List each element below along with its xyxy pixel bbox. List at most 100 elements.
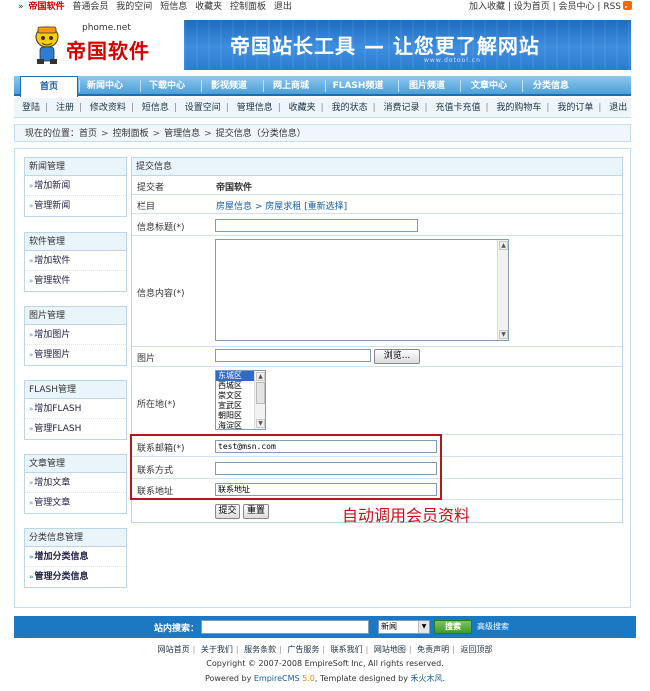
rss-link[interactable]: RSS <box>603 2 621 12</box>
breadcrumb-control-panel[interactable]: 控制面板 <box>113 129 149 139</box>
sidebar-item-manage-news[interactable]: »管理新闻 <box>25 196 126 216</box>
advanced-search-link[interactable]: 高级搜索 <box>477 621 509 632</box>
subnav-manage-info[interactable]: 管理信息 <box>237 103 273 113</box>
subnav-orders[interactable]: 我的订单 <box>557 103 593 113</box>
top-link-my-space[interactable]: 我的空间 <box>116 2 152 12</box>
sidebar-article: 文章管理 »增加文章 »管理文章 <box>24 454 127 514</box>
bullet-icon: » <box>29 425 34 433</box>
nav-article[interactable]: 文章中心 <box>456 76 522 96</box>
scroll-up-icon[interactable]: ▲ <box>499 241 508 250</box>
sidebar-item-add-photo[interactable]: »增加图片 <box>25 325 126 345</box>
sidebar-item-add-news[interactable]: »增加新闻 <box>25 176 126 196</box>
row-divider <box>132 366 622 367</box>
cms-link[interactable]: EmpireCMS <box>254 674 300 683</box>
template-author-link[interactable]: 禾火木风 <box>410 674 442 683</box>
column-path-text[interactable]: 房屋信息 > 房屋求租 <box>216 202 301 212</box>
nav-flash[interactable]: FLASH频道 <box>318 76 398 96</box>
sidebar-item-manage-software[interactable]: »管理软件 <box>25 271 126 291</box>
footer-link-contact[interactable]: 联系我们 <box>331 645 363 654</box>
scroll-thumb[interactable] <box>256 382 265 404</box>
rss-icon[interactable] <box>623 1 632 10</box>
top-link-favorites[interactable]: 收藏夹 <box>195 2 222 12</box>
powered-by: Powered by EmpireCMS 5.0, Template desig… <box>0 673 650 684</box>
subnav-register[interactable]: 注册 <box>56 103 74 113</box>
scroll-down-icon[interactable]: ▼ <box>499 330 508 339</box>
reselect-link[interactable]: [重新选择] <box>304 202 347 212</box>
sidebar-item-manage-article[interactable]: »管理文章 <box>25 493 126 513</box>
nav-classified[interactable]: 分类信息 <box>518 76 584 96</box>
top-link-member[interactable]: 普通会员 <box>72 2 108 12</box>
set-homepage-link[interactable]: 设为首页 <box>514 2 550 12</box>
sidebar-item-add-classified[interactable]: »增加分类信息 <box>25 547 126 567</box>
top-brand-link[interactable]: 帝国软件 <box>29 2 65 12</box>
member-center-link[interactable]: 会员中心 <box>559 2 595 12</box>
subnav-login[interactable]: 登陆 <box>22 103 40 113</box>
chevron-down-icon[interactable]: ▼ <box>418 621 429 633</box>
footer-link-about[interactable]: 关于我们 <box>201 645 233 654</box>
location-listbox[interactable]: 东城区 西城区 崇文区 宣武区 朝阳区 海淀区 ▲ ▼ <box>215 370 266 430</box>
column-path: 房屋信息 > 房屋求租 [重新选择] <box>216 199 347 212</box>
footer-link-sitemap[interactable]: 网站地图 <box>374 645 406 654</box>
sidebar-item-add-flash[interactable]: »增加FLASH <box>25 399 126 419</box>
top-bar-right: 加入收藏 | 设为首页 | 会员中心 | RSS <box>469 0 632 15</box>
sidebar-item-manage-photo[interactable]: »管理图片 <box>25 345 126 365</box>
footer-link-top[interactable]: 返回顶部 <box>460 645 492 654</box>
powered-prefix: Powered by <box>204 674 252 683</box>
nav-shop[interactable]: 网上商城 <box>258 76 324 96</box>
sidebar-item-add-software[interactable]: »增加软件 <box>25 251 126 271</box>
sidebar-header: 分类信息管理 <box>25 529 126 547</box>
annotation-text: 自动调用会员资料 <box>342 506 471 525</box>
listbox-scrollbar[interactable]: ▲ ▼ <box>254 371 265 429</box>
subnav-edit-profile[interactable]: 修改资料 <box>90 103 126 113</box>
submitter-label: 提交者 <box>137 183 165 193</box>
textarea-scrollbar[interactable]: ▲ ▼ <box>497 240 508 340</box>
nav-download[interactable]: 下载中心 <box>134 76 200 96</box>
sidebar-item-manage-flash[interactable]: »管理FLASH <box>25 419 126 439</box>
subnav-recharge[interactable]: 充值卡充值 <box>435 103 480 113</box>
scroll-down-icon[interactable]: ▼ <box>256 419 265 428</box>
subnav-cart[interactable]: 我的购物车 <box>496 103 541 113</box>
site-logo[interactable]: phome.net 帝国软件 <box>32 23 172 71</box>
footer-search-bar: 站内搜索： 新闻 ▼ 搜索 高级搜索 <box>14 616 636 638</box>
info-content-textarea[interactable]: ▲ ▼ <box>215 239 509 341</box>
location-label: 所在地(*) <box>137 400 176 410</box>
reset-button[interactable]: 重置 <box>243 504 269 519</box>
footer-link-disclaimer[interactable]: 免责声明 <box>417 645 449 654</box>
footer-link-home[interactable]: 网站首页 <box>158 645 190 654</box>
subnav-my-status[interactable]: 我的状态 <box>332 103 368 113</box>
footer-link-ads[interactable]: 广告服务 <box>287 645 319 654</box>
header-banner[interactable]: 帝国站长工具 — 让您更了解网站 www.dotool.cn <box>184 20 631 70</box>
nav-photo[interactable]: 图片频道 <box>394 76 460 96</box>
row-divider <box>132 213 622 214</box>
breadcrumb-home[interactable]: 首页 <box>79 129 97 139</box>
sidebar-item-manage-classified[interactable]: »管理分类信息 <box>25 567 126 587</box>
search-category-select[interactable]: 新闻 ▼ <box>378 620 430 634</box>
picture-file-input[interactable] <box>215 349 371 362</box>
nav-news[interactable]: 新闻中心 <box>72 76 138 96</box>
footer-link-terms[interactable]: 服务条款 <box>244 645 276 654</box>
subnav-favorites[interactable]: 收藏夹 <box>289 103 316 113</box>
scroll-up-icon[interactable]: ▲ <box>256 372 265 381</box>
breadcrumb-manage-info[interactable]: 管理信息 <box>164 129 200 139</box>
sidebar-item-add-article[interactable]: »增加文章 <box>25 473 126 493</box>
add-favorite-link[interactable]: 加入收藏 <box>469 2 505 12</box>
top-link-control-panel[interactable]: 控制面板 <box>230 2 266 12</box>
nav-home[interactable]: 首页 <box>20 76 78 97</box>
subnav-messages[interactable]: 短信息 <box>142 103 169 113</box>
column-label: 栏目 <box>137 202 156 212</box>
subnav-spending[interactable]: 消费记录 <box>384 103 420 113</box>
info-title-input[interactable] <box>215 219 418 232</box>
search-input[interactable] <box>201 620 369 634</box>
top-link-messages[interactable]: 短信息 <box>160 2 187 12</box>
subnav-space-settings[interactable]: 设置空间 <box>185 103 221 113</box>
cms-version: 5.0 <box>302 674 315 683</box>
subnav-logout[interactable]: 退出 <box>609 103 627 113</box>
bullet-icon: » <box>29 351 34 359</box>
search-button[interactable]: 搜索 <box>434 620 472 634</box>
submit-button[interactable]: 提交 <box>215 504 240 519</box>
top-link-logout[interactable]: 退出 <box>274 2 292 12</box>
browse-button[interactable]: 浏览... <box>374 349 420 364</box>
bullet-icon: » <box>29 499 34 507</box>
sidebar-header: 新闻管理 <box>25 158 126 176</box>
nav-video[interactable]: 影视频道 <box>196 76 262 96</box>
